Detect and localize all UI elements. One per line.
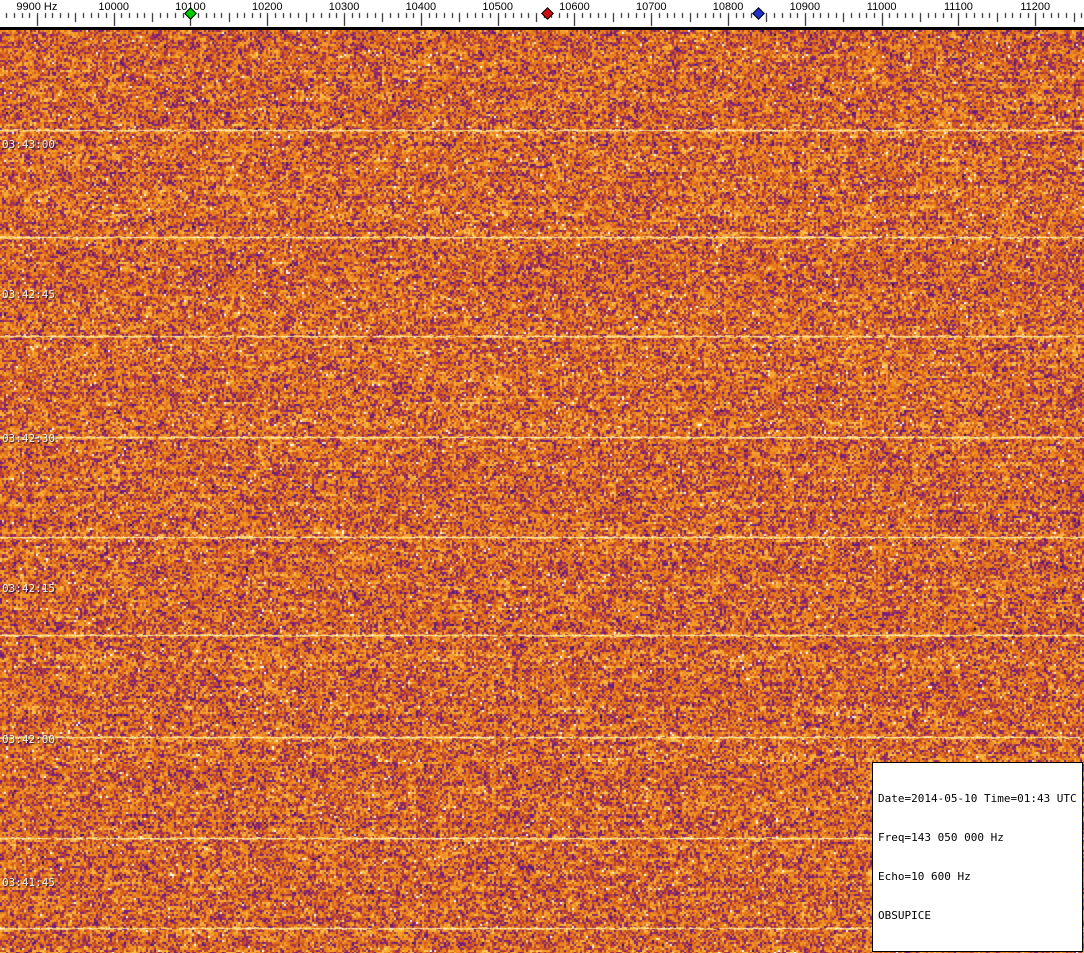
freq-label: 10400 — [405, 1, 437, 13]
freq-label: 10600 — [559, 1, 590, 13]
freq-label: 11100 — [943, 1, 973, 13]
time-label: 03:42:30 — [2, 432, 55, 445]
info-line-freq: Freq=143 050 000 Hz — [878, 831, 1004, 844]
freq-label: 11000 — [866, 1, 897, 13]
time-label: 03:42:15 — [2, 582, 55, 595]
info-line-date: Date=2014-05-10 Time=01:43 UTC — [878, 792, 1077, 805]
freq-label: 10900 — [789, 1, 821, 13]
time-label: 03:41:45 — [2, 876, 55, 889]
info-line-station: OBSUPICE — [878, 909, 931, 922]
station-info-box: Date=2014-05-10 Time=01:43 UTC Freq=143 … — [872, 762, 1083, 952]
time-label: 03:42:00 — [2, 733, 55, 746]
frequency-ruler[interactable]: 9900 Hz100001010010200103001040010500106… — [0, 0, 1084, 30]
time-label: 03:42:45 — [2, 288, 55, 301]
freq-label: 10000 — [98, 1, 129, 13]
freq-label: 9900 Hz — [16, 1, 58, 13]
freq-label: 10700 — [635, 1, 667, 13]
freq-label: 10800 — [712, 1, 744, 13]
freq-label: 10300 — [328, 1, 360, 13]
spectrum-monitor-window: 9900 Hz100001010010200103001040010500106… — [0, 0, 1084, 953]
waterfall-display[interactable]: 03:43:00 03:42:45 03:42:30 03:42:15 03:42:00… — [0, 30, 1084, 953]
time-label: 03:43:00 — [2, 138, 55, 151]
freq-label: 10200 — [251, 1, 283, 13]
freq-label: 10500 — [482, 1, 513, 13]
freq-label: 11200 — [1020, 1, 1051, 13]
info-line-echo: Echo=10 600 Hz — [878, 870, 971, 883]
